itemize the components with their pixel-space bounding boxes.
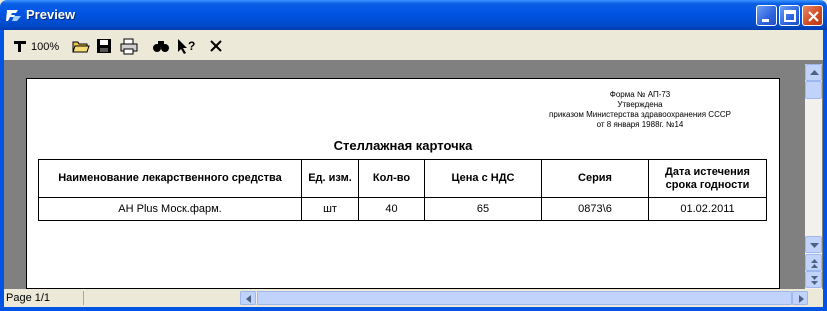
arrow-up-icon	[810, 70, 819, 75]
table-cell: 01.02.2011	[648, 197, 767, 221]
scroll-right-button[interactable]	[792, 291, 808, 305]
window-title: Preview	[26, 7, 76, 22]
form-info: Форма № АП-73 Утверждена приказом Минист…	[520, 90, 760, 130]
horizontal-scroll-thumb[interactable]	[257, 291, 792, 305]
document-title: Стеллажная карточка	[333, 138, 473, 153]
column-header: Кол-во	[358, 159, 425, 198]
column-header: Дата истечения срока годности	[648, 159, 767, 198]
stock-card-table: Наименование лекарственного средства Ед.…	[38, 159, 767, 221]
arrow-down-icon	[810, 243, 819, 248]
form-info-line: Утверждена	[617, 100, 663, 109]
column-header: Наименование лекарственного средства	[38, 159, 302, 198]
table-cell: 0873\6	[541, 197, 649, 221]
column-header: Цена с НДС	[424, 159, 542, 198]
page-indicator: Page 1/1	[6, 292, 51, 304]
app-icon	[6, 10, 21, 21]
table-row: АН Plus Моск.фарм. шт 40 65 0873\6 01.02…	[38, 197, 767, 221]
double-arrow-down-icon	[811, 276, 818, 285]
help-pointer-icon[interactable]: ?	[176, 37, 196, 55]
arrow-right-icon	[799, 295, 804, 303]
double-arrow-up-icon	[811, 259, 818, 268]
table-header-row: Наименование лекарственного средства Ед.…	[38, 159, 767, 198]
save-icon[interactable]	[96, 37, 112, 55]
close-preview-icon[interactable]	[208, 37, 224, 55]
next-page-button[interactable]	[805, 271, 822, 288]
maximize-icon	[784, 10, 796, 22]
form-info-line: приказом Министерства здравоохранения СС…	[549, 110, 731, 119]
print-icon[interactable]	[120, 37, 138, 55]
title-bar[interactable]	[0, 0, 827, 30]
close-button[interactable]	[802, 5, 823, 26]
minimize-button[interactable]	[756, 5, 777, 26]
minimize-icon	[762, 19, 769, 22]
close-icon	[808, 11, 819, 22]
form-info-line: от 8 января 1988г. №14	[596, 120, 684, 129]
arrow-left-icon	[246, 295, 251, 303]
maximize-button[interactable]	[779, 5, 800, 26]
column-header: Серия	[541, 159, 649, 198]
scroll-up-button[interactable]	[805, 64, 822, 81]
scroll-left-button[interactable]	[240, 291, 256, 305]
previous-page-button[interactable]	[805, 254, 822, 271]
open-folder-icon[interactable]	[72, 37, 90, 55]
find-binoculars-icon[interactable]	[152, 37, 170, 55]
table-cell: АН Plus Моск.фарм.	[38, 197, 302, 221]
table-cell: 40	[358, 197, 425, 221]
svg-text:?: ?	[188, 39, 195, 53]
zoom-pin-icon[interactable]	[12, 37, 28, 55]
column-header: Ед. изм.	[301, 159, 359, 198]
zoom-level[interactable]: 100%	[31, 41, 59, 53]
table-cell: 65	[424, 197, 542, 221]
vertical-scroll-thumb[interactable]	[805, 81, 822, 99]
form-info-line: Форма № АП-73	[609, 90, 671, 99]
scroll-down-button[interactable]	[805, 236, 822, 253]
status-divider	[83, 291, 84, 305]
table-cell: шт	[301, 197, 359, 221]
